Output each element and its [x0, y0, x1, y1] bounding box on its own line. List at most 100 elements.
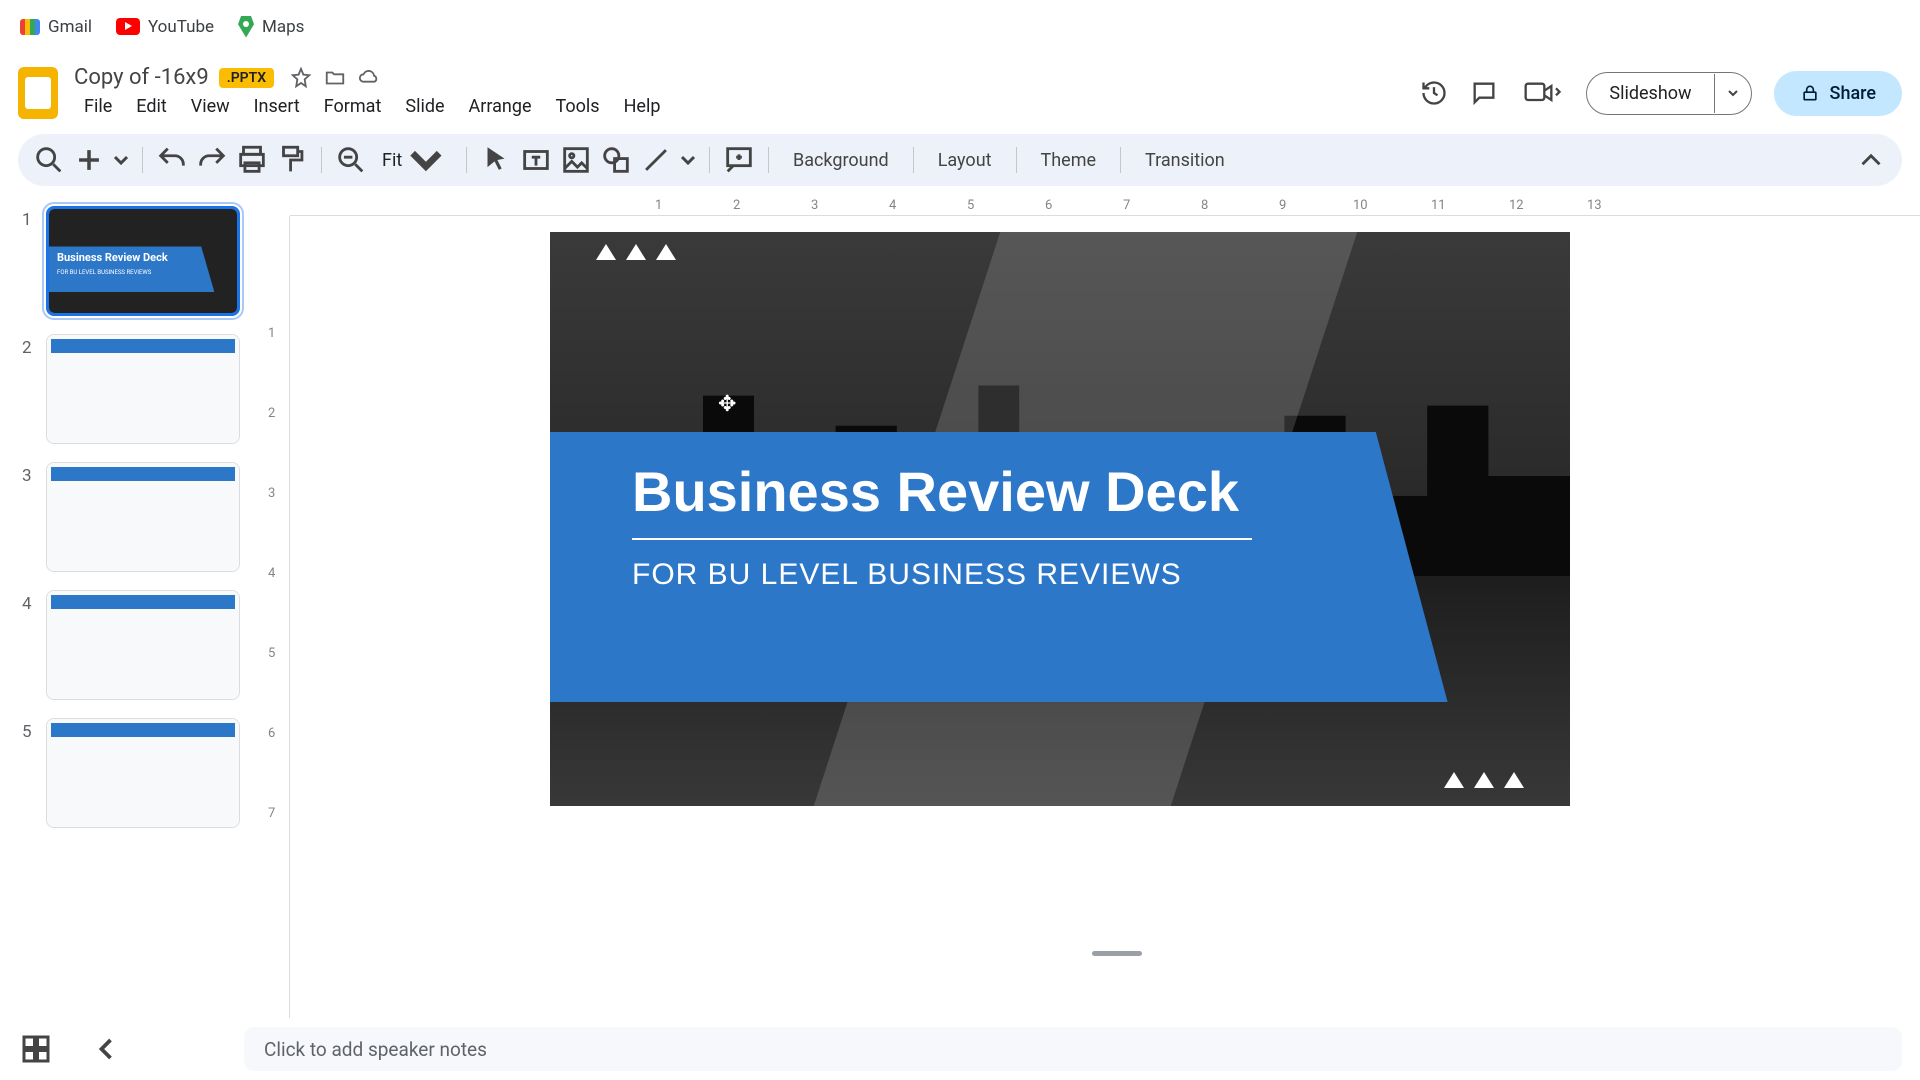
- ruler-tick: 7: [1123, 198, 1130, 213]
- title-banner[interactable]: Business Review Deck FOR BU LEVEL BUSINE…: [550, 432, 1448, 702]
- main-area: 1 Business Review Deck FOR BU LEVEL BUSI…: [0, 192, 1920, 1018]
- slide-thumbnail-4[interactable]: [46, 590, 240, 700]
- ruler-tick: 6: [268, 726, 275, 741]
- zoom-out-button[interactable]: [334, 143, 368, 177]
- grid-view-button[interactable]: [18, 1031, 54, 1067]
- share-label: Share: [1830, 83, 1876, 104]
- bookmark-youtube[interactable]: YouTube: [116, 17, 214, 37]
- menu-view[interactable]: View: [181, 92, 240, 121]
- chevron-down-icon: [406, 140, 446, 180]
- menu-edit[interactable]: Edit: [126, 92, 176, 121]
- separator: [1120, 147, 1121, 173]
- horizontal-ruler: 1 2 3 4 5 6 7 8 9 10 11 12 13: [290, 192, 1920, 216]
- ruler-tick: 1: [655, 198, 662, 213]
- separator: [466, 147, 467, 173]
- menu-file[interactable]: File: [74, 92, 122, 121]
- ruler-tick: 4: [889, 198, 896, 213]
- new-slide-dropdown[interactable]: [112, 143, 130, 177]
- comments-icon[interactable]: [1470, 79, 1498, 107]
- zoom-select[interactable]: Fit: [374, 136, 454, 184]
- slide-thumbnail-5[interactable]: [46, 718, 240, 828]
- format-badge: .PPTX: [219, 68, 274, 88]
- ruler-tick: 11: [1431, 198, 1446, 213]
- line-dropdown[interactable]: [679, 143, 697, 177]
- bookmarks-bar: Gmail YouTube Maps: [0, 0, 1920, 54]
- separator: [1016, 147, 1017, 173]
- collapse-panel-button[interactable]: [88, 1031, 124, 1067]
- ruler-tick: 2: [268, 406, 275, 421]
- cloud-status-icon[interactable]: [358, 67, 380, 89]
- ruler-tick: 6: [1045, 198, 1052, 213]
- comment-add-button[interactable]: [722, 143, 756, 177]
- bookmark-label: YouTube: [148, 17, 214, 37]
- separator: [913, 147, 914, 173]
- redo-button[interactable]: [195, 143, 229, 177]
- layout-button[interactable]: Layout: [926, 144, 1004, 177]
- decorative-triangles-top: [596, 244, 676, 260]
- textbox-tool[interactable]: [519, 143, 553, 177]
- menu-format[interactable]: Format: [314, 92, 392, 121]
- decorative-triangles-bottom: [1444, 772, 1524, 788]
- menu-insert[interactable]: Insert: [244, 92, 310, 121]
- undo-button[interactable]: [155, 143, 189, 177]
- lock-icon: [1800, 83, 1820, 103]
- thumb-number: 4: [22, 590, 36, 614]
- speaker-notes-input[interactable]: Click to add speaker notes: [244, 1027, 1902, 1071]
- slide-title-text[interactable]: Business Review Deck: [632, 460, 1388, 524]
- menu-slide[interactable]: Slide: [395, 92, 454, 121]
- slide-thumbnail-2[interactable]: [46, 334, 240, 444]
- background-button[interactable]: Background: [781, 144, 901, 177]
- menu-arrange[interactable]: Arrange: [459, 92, 542, 121]
- menu-help[interactable]: Help: [614, 92, 671, 121]
- bottom-bar: Click to add speaker notes: [18, 1018, 1902, 1080]
- ruler-tick: 5: [967, 198, 974, 213]
- maps-icon: [238, 16, 254, 38]
- thumb-number: 3: [22, 462, 36, 486]
- slide-thumbnail-1[interactable]: Business Review Deck FOR BU LEVEL BUSINE…: [46, 206, 240, 316]
- slideshow-dropdown[interactable]: [1714, 74, 1751, 113]
- current-slide[interactable]: Business Review Deck FOR BU LEVEL BUSINE…: [550, 232, 1570, 806]
- toolbar-collapse[interactable]: [1854, 143, 1888, 177]
- separator: [709, 147, 710, 173]
- slide-thumbnail-3[interactable]: [46, 462, 240, 572]
- theme-button[interactable]: Theme: [1029, 144, 1109, 177]
- shape-tool[interactable]: [599, 143, 633, 177]
- print-button[interactable]: [235, 143, 269, 177]
- slide-subtitle-text[interactable]: FOR BU LEVEL BUSINESS REVIEWS: [632, 558, 1388, 592]
- history-icon[interactable]: [1420, 79, 1448, 107]
- move-folder-icon[interactable]: [324, 67, 346, 89]
- search-menus-button[interactable]: [32, 143, 66, 177]
- slides-app-icon[interactable]: [18, 67, 58, 119]
- paint-format-button[interactable]: [275, 143, 309, 177]
- slide-canvas-area[interactable]: 1 2 3 4 5 6 7 8 9 10 11 12 13 1 2 3 4 5 …: [260, 192, 1920, 1018]
- document-title[interactable]: Copy of -16x9: [74, 65, 209, 90]
- image-tool[interactable]: [559, 143, 593, 177]
- star-icon[interactable]: [290, 67, 312, 89]
- ruler-tick: 12: [1509, 198, 1524, 213]
- notes-resize-handle[interactable]: [1092, 951, 1142, 956]
- ruler-tick: 2: [733, 198, 740, 213]
- separator: [321, 147, 322, 173]
- thumb-subtitle: FOR BU LEVEL BUSINESS REVIEWS: [57, 269, 206, 276]
- slide-thumbnail-panel[interactable]: 1 Business Review Deck FOR BU LEVEL BUSI…: [0, 192, 260, 1018]
- menu-tools[interactable]: Tools: [546, 92, 610, 121]
- thumb-number: 1: [22, 206, 36, 230]
- ruler-tick: 8: [1201, 198, 1208, 213]
- line-tool[interactable]: [639, 143, 673, 177]
- title-divider: [632, 538, 1252, 540]
- ruler-tick: 4: [268, 566, 275, 581]
- bookmark-maps[interactable]: Maps: [238, 16, 304, 38]
- bookmark-gmail[interactable]: Gmail: [20, 17, 92, 37]
- notes-placeholder: Click to add speaker notes: [264, 1038, 487, 1061]
- slideshow-button[interactable]: Slideshow: [1587, 73, 1713, 114]
- move-cursor-icon: ✥: [718, 392, 736, 417]
- ruler-tick: 7: [268, 806, 275, 821]
- share-button[interactable]: Share: [1774, 71, 1902, 116]
- ruler-tick: 5: [268, 646, 275, 661]
- meet-icon[interactable]: [1520, 79, 1564, 107]
- vertical-ruler: 1 2 3 4 5 6 7: [260, 216, 290, 1018]
- transition-button[interactable]: Transition: [1133, 144, 1237, 177]
- ruler-tick: 3: [811, 198, 818, 213]
- new-slide-button[interactable]: [72, 143, 106, 177]
- select-tool[interactable]: [479, 143, 513, 177]
